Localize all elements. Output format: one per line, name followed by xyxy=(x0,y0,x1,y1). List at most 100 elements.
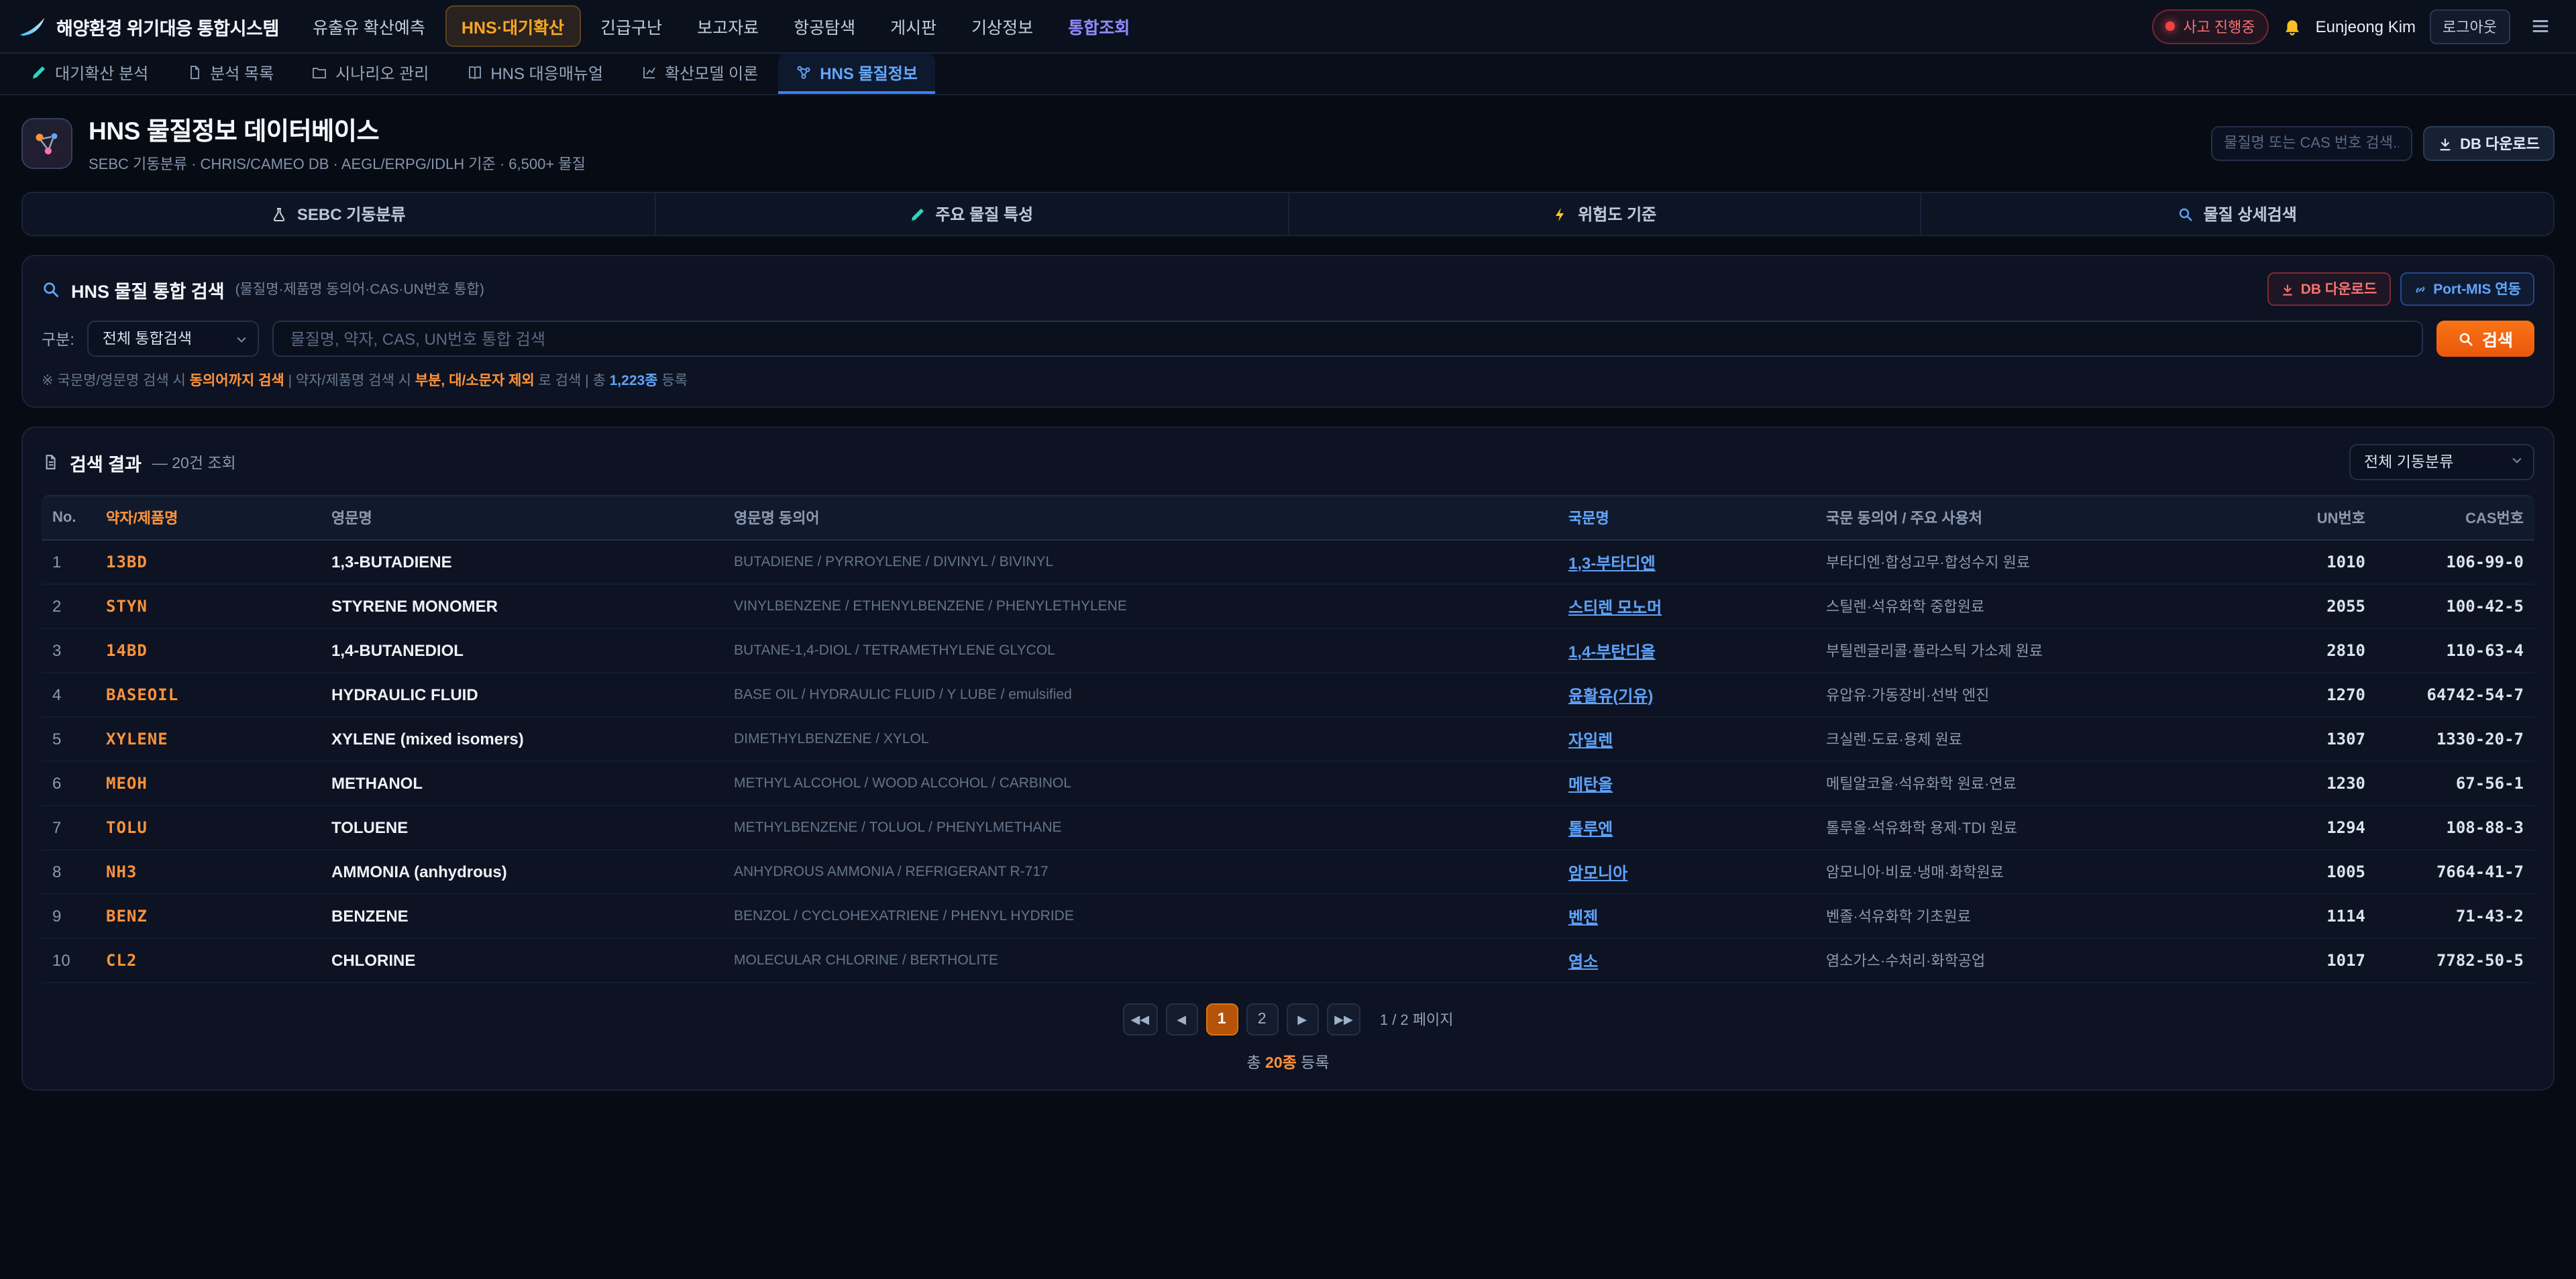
table-row[interactable]: 6 MEOH METHANOL METHYL ALCOHOL / WOOD AL… xyxy=(42,762,2534,806)
page-2-button[interactable]: 2 xyxy=(1246,1003,1278,1036)
tab-diffusion-analysis[interactable]: 대기확산 분석 xyxy=(13,54,166,94)
previous-page-button[interactable]: ◀ xyxy=(1165,1003,1197,1036)
table-row[interactable]: 2 STYN STYRENE MONOMER VINYLBENZENE / ET… xyxy=(42,585,2534,629)
cell-cas-number: 71-43-2 xyxy=(2376,897,2534,936)
logout-button[interactable]: 로그아웃 xyxy=(2429,9,2510,44)
cell-english-synonyms: METHYLBENZENE / TOLUOL / PHENYLMETHANE xyxy=(723,810,1558,846)
feature-bar: SEBC 기동분류 주요 물질 특성 위험도 기준 물질 상세검색 xyxy=(21,192,2555,236)
nav-item-rescue[interactable]: 긴급구난 xyxy=(586,7,677,46)
nav-item-board[interactable]: 게시판 xyxy=(875,7,951,46)
tab-hns-substance-info[interactable]: HNS 물질정보 xyxy=(778,54,935,94)
table-row[interactable]: 10 CL2 CHLORINE MOLECULAR CHLORINE / BER… xyxy=(42,939,2534,983)
results-title: 검색 결과 xyxy=(70,449,142,476)
nav-item-weather[interactable]: 기상정보 xyxy=(957,7,1048,46)
cell-un-number: 2810 xyxy=(2271,631,2376,670)
pencil-icon xyxy=(31,64,47,80)
topbar-right-cluster: 사고 진행중 Eunjeong Kim 로그아웃 xyxy=(2152,9,2557,44)
tab-scenario-management[interactable]: 시나리오 관리 xyxy=(294,54,446,94)
flask-icon xyxy=(272,206,288,222)
cell-cas-number: 1330-20-7 xyxy=(2376,720,2534,759)
tab-model-theory[interactable]: 확산모델 이론 xyxy=(623,54,775,94)
cell-english-name: TOLUENE xyxy=(321,808,723,847)
cell-english-name: BENZENE xyxy=(321,897,723,936)
cell-english-synonyms: BENZOL / CYCLOHEXATRIENE / PHENYL HYDRID… xyxy=(723,898,1558,934)
help-highlight-partial: 부분, 대/소문자 제외 xyxy=(415,373,535,389)
table-row[interactable]: 9 BENZ BENZENE BENZOL / CYCLOHEXATRIENE … xyxy=(42,895,2534,939)
feature-substance-properties[interactable]: 주요 물질 특성 xyxy=(655,193,1288,235)
cell-un-number: 1270 xyxy=(2271,675,2376,714)
book-icon xyxy=(466,64,482,80)
page-1-button[interactable]: 1 xyxy=(1205,1003,1238,1036)
hamburger-menu-icon[interactable] xyxy=(2524,11,2557,42)
korean-name-link[interactable]: 자일렌 xyxy=(1568,730,1613,749)
korean-name-link[interactable]: 메탄올 xyxy=(1568,775,1613,793)
table-row[interactable]: 8 NH3 AMMONIA (anhydrous) ANHYDROUS AMMO… xyxy=(42,850,2534,895)
tab-response-manual[interactable]: HNS 대응매뉴얼 xyxy=(449,54,621,94)
header-db-download-button[interactable]: DB 다운로드 xyxy=(2422,126,2555,161)
feature-risk-criteria[interactable]: 위험도 기준 xyxy=(1287,193,1921,235)
first-page-button[interactable]: ◀◀ xyxy=(1122,1003,1157,1036)
cell-no: 5 xyxy=(42,720,95,759)
cell-no: 8 xyxy=(42,852,95,891)
col-cas-number: CAS번호 xyxy=(2376,496,2534,539)
korean-name-link[interactable]: 스티렌 모노머 xyxy=(1568,598,1662,616)
feature-detail-search[interactable]: 물질 상세검색 xyxy=(1921,193,2554,235)
header-quick-search-input[interactable] xyxy=(2210,126,2412,161)
search-category-select[interactable]: 전체 통합검색 xyxy=(88,321,260,357)
nav-item-hns-diffusion[interactable]: HNS·대기확산 xyxy=(445,5,580,47)
last-page-button[interactable]: ▶▶ xyxy=(1326,1003,1361,1036)
portmis-link-button[interactable]: Port-MIS 연동 xyxy=(2400,272,2534,306)
classification-filter-select[interactable]: 전체 기동분류 xyxy=(2349,444,2534,480)
korean-name-link[interactable]: 톨루엔 xyxy=(1568,819,1613,838)
korean-name-link[interactable]: 벤젠 xyxy=(1568,907,1598,926)
col-no: No. xyxy=(42,499,95,537)
notification-bell-icon[interactable] xyxy=(2282,16,2302,36)
table-row[interactable]: 3 14BD 1,4-BUTANEDIOL BUTANE-1,4-DIOL / … xyxy=(42,629,2534,673)
integrated-search-card: HNS 물질 통합 검색 (물질명·제품명 동의어·CAS·UN번호 통합) D… xyxy=(21,255,2555,408)
korean-name-link[interactable]: 1,3-부타디엔 xyxy=(1568,553,1656,572)
help-highlight-count: 1,223종 xyxy=(610,373,658,389)
brand[interactable]: 해양환경 위기대응 통합시스템 xyxy=(19,13,279,40)
table-row[interactable]: 4 BASEOIL HYDRAULIC FLUID BASE OIL / HYD… xyxy=(42,673,2534,718)
col-english-synonyms: 영문명 동의어 xyxy=(723,496,1558,539)
cell-korean-synonyms: 염소가스·수처리·화학공업 xyxy=(1815,940,2271,981)
cell-english-synonyms: VINYLBENZENE / ETHENYLBENZENE / PHENYLET… xyxy=(723,588,1558,624)
nav-item-aerial-search[interactable]: 항공탐색 xyxy=(779,7,870,46)
cell-abbreviation: BASEOIL xyxy=(95,675,321,714)
cell-abbreviation: STYN xyxy=(95,587,321,626)
search-button[interactable]: 검색 xyxy=(2436,321,2534,357)
tab-analysis-list[interactable]: 분석 목록 xyxy=(168,54,291,94)
korean-name-link[interactable]: 염소 xyxy=(1568,952,1598,970)
integrated-search-input[interactable] xyxy=(273,321,2423,357)
korean-name-link[interactable]: 윤활유(기유) xyxy=(1568,686,1653,705)
nav-item-reports[interactable]: 보고자료 xyxy=(682,7,773,46)
cell-english-name: 1,4-BUTANEDIOL xyxy=(321,631,723,670)
table-row[interactable]: 7 TOLU TOLUENE METHYLBENZENE / TOLUOL / … xyxy=(42,806,2534,850)
next-page-button[interactable]: ▶ xyxy=(1286,1003,1318,1036)
total-count-footer: 총 20종 등록 xyxy=(42,1052,2534,1073)
search-card-title: HNS 물질 통합 검색 xyxy=(71,276,225,302)
korean-name-link[interactable]: 암모니아 xyxy=(1568,863,1627,882)
col-english-name: 영문명 xyxy=(321,496,723,539)
feature-sebc-classification[interactable]: SEBC 기동분류 xyxy=(23,193,655,235)
nav-item-integrated-search[interactable]: 통합조회 xyxy=(1053,7,1144,46)
table-row[interactable]: 1 13BD 1,3-BUTADIENE BUTADIENE / PYRROYL… xyxy=(42,541,2534,585)
db-download-button[interactable]: DB 다운로드 xyxy=(2267,272,2390,306)
wing-logo-icon xyxy=(19,15,46,37)
lightning-icon xyxy=(1552,206,1568,222)
folder-icon xyxy=(311,64,327,80)
system-title: 해양환경 위기대응 통합시스템 xyxy=(56,13,279,40)
cell-no: 4 xyxy=(42,675,95,714)
table-row[interactable]: 5 XYLENE XYLENE (mixed isomers) DIMETHYL… xyxy=(42,718,2534,762)
category-label: 구분: xyxy=(42,328,74,349)
cell-korean-synonyms: 암모니아·비료·냉매·화학원료 xyxy=(1815,851,2271,893)
cell-cas-number: 108-88-3 xyxy=(2376,808,2534,847)
cell-english-synonyms: METHYL ALCOHOL / WOOD ALCOHOL / CARBINOL xyxy=(723,765,1558,801)
search-icon xyxy=(2178,206,2194,222)
search-results-card: 검색 결과 — 20건 조회 전체 기동분류 No. 약자/제품명 영문명 영문… xyxy=(21,427,2555,1091)
cell-no: 10 xyxy=(42,941,95,980)
nav-item-oil-spill[interactable]: 유출유 확산예측 xyxy=(298,7,440,46)
incident-status-badge[interactable]: 사고 진행중 xyxy=(2152,9,2268,44)
cell-un-number: 1114 xyxy=(2271,897,2376,936)
korean-name-link[interactable]: 1,4-부탄디올 xyxy=(1568,642,1656,661)
